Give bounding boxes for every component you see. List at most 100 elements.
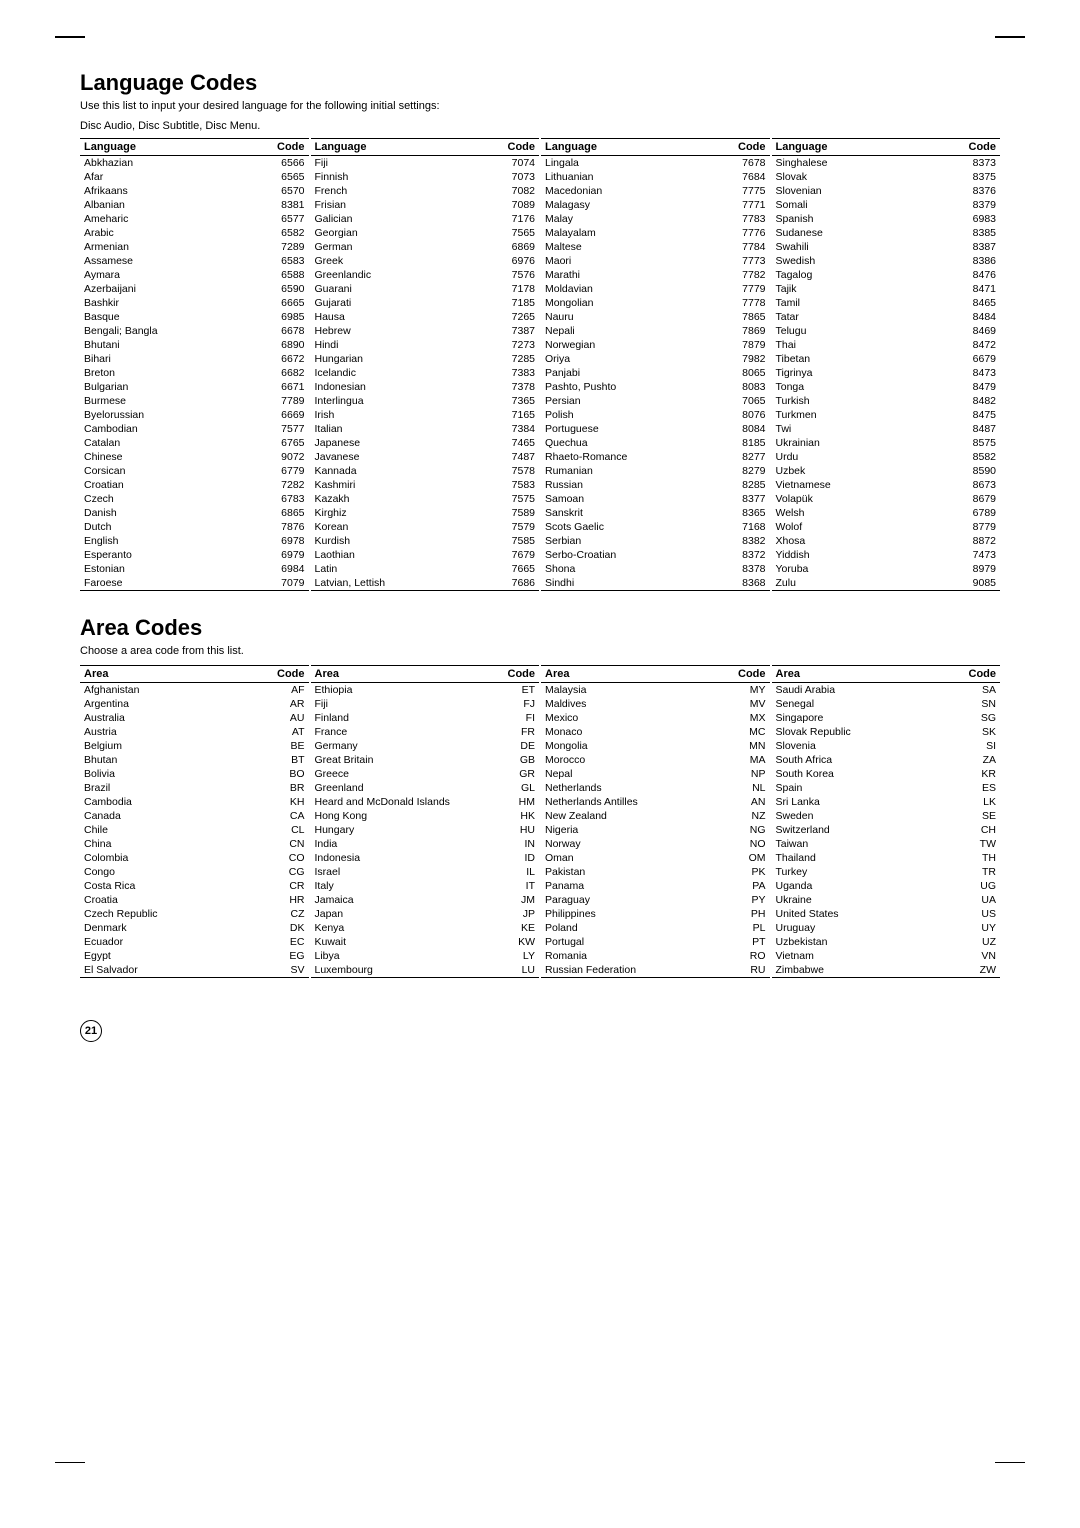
table-row: Ameharic6577 [80, 212, 309, 226]
table-row: Czech6783 [80, 492, 309, 506]
table-row: Hebrew7387 [311, 324, 540, 338]
table-row: Slovenian8376 [772, 184, 1001, 198]
table-row: Burmese7789 [80, 394, 309, 408]
table-row: Bihari6672 [80, 352, 309, 366]
table-row: Basque6985 [80, 310, 309, 324]
inner-table-col-2: LanguageCodeLingala7678Lithuanian7684Mac… [541, 138, 770, 591]
table-row: Tigrinya8473 [772, 366, 1001, 380]
table-row: Swedish8386 [772, 254, 1001, 268]
table-row: Samoan8377 [541, 492, 770, 506]
table-row: English6978 [80, 534, 309, 548]
table-row: Ukrainian8575 [772, 436, 1001, 450]
table-row: Faroese7079 [80, 576, 309, 591]
table-row: BelgiumBE [80, 739, 309, 753]
table-row: Kashmiri7583 [311, 478, 540, 492]
table-row: Persian7065 [541, 394, 770, 408]
table-row: UruguayUY [772, 921, 1001, 935]
table-row: MaldivesMV [541, 697, 770, 711]
col-header-lang: Area [311, 666, 494, 683]
table-row: RomaniaRO [541, 949, 770, 963]
table-row: Javanese7487 [311, 450, 540, 464]
table-row: Czech RepublicCZ [80, 907, 309, 921]
table-row: MonacoMC [541, 725, 770, 739]
table-row: BrazilBR [80, 781, 309, 795]
table-row: Interlingua7365 [311, 394, 540, 408]
language-desc2: Disc Audio, Disc Subtitle, Disc Menu. [80, 120, 1000, 132]
table-row: Hausa7265 [311, 310, 540, 324]
table-row: CanadaCA [80, 809, 309, 823]
area-section: Area Codes Choose a area code from this … [80, 615, 1000, 984]
table-row: Afrikaans6570 [80, 184, 309, 198]
col-header-code: Code [918, 139, 1000, 156]
table-row: IsraelIL [311, 865, 540, 879]
page-number: 21 [80, 1020, 102, 1042]
table-row: Norwegian7879 [541, 338, 770, 352]
table-row: Turkish8482 [772, 394, 1001, 408]
col-header-code: Code [239, 139, 308, 156]
table-row: Assamese6583 [80, 254, 309, 268]
table-row: FijiFJ [311, 697, 540, 711]
table-row: Polish8076 [541, 408, 770, 422]
language-title: Language Codes [80, 70, 1000, 96]
table-row: Twi8487 [772, 422, 1001, 436]
table-row: Swahili8387 [772, 240, 1001, 254]
table-row: Somali8379 [772, 198, 1001, 212]
table-row: PortugalPT [541, 935, 770, 949]
table-row: Korean7579 [311, 520, 540, 534]
language-table: LanguageCodeAbkhazian6566Afar6565Afrikaa… [80, 138, 1000, 597]
table-row: IndonesiaID [311, 851, 540, 865]
table-row: Tamil8465 [772, 296, 1001, 310]
table-row: OmanOM [541, 851, 770, 865]
table-row: Great BritainGB [311, 753, 540, 767]
col-header-code: Code [494, 666, 539, 683]
table-row: Breton6682 [80, 366, 309, 380]
table-row: FinlandFI [311, 711, 540, 725]
col-header-code: Code [710, 666, 770, 683]
table-row: Lithuanian7684 [541, 170, 770, 184]
inner-table-col-3: AreaCodeSaudi ArabiaSASenegalSNSingapore… [772, 665, 1001, 978]
col-header-code: Code [705, 139, 769, 156]
inner-table-col-1: AreaCodeEthiopiaETFijiFJFinlandFIFranceF… [311, 665, 540, 978]
table-row: Turkmen8475 [772, 408, 1001, 422]
table-row: Guarani7178 [311, 282, 540, 296]
table-row: Kazakh7575 [311, 492, 540, 506]
table-row: Rhaeto-Romance8277 [541, 450, 770, 464]
table-row: Panjabi8065 [541, 366, 770, 380]
table-row: Italian7384 [311, 422, 540, 436]
area-table: AreaCodeAfghanistanAFArgentinaARAustrali… [80, 665, 1000, 984]
table-row: Chinese9072 [80, 450, 309, 464]
table-row: Georgian7565 [311, 226, 540, 240]
table-row: UkraineUA [772, 893, 1001, 907]
table-row: Irish7165 [311, 408, 540, 422]
inner-table-col-0: AreaCodeAfghanistanAFArgentinaARAustrali… [80, 665, 309, 978]
table-row: Latvian, Lettish7686 [311, 576, 540, 591]
table-row: Shona8378 [541, 562, 770, 576]
table-row: Slovak RepublicSK [772, 725, 1001, 739]
table-row: Malagasy7771 [541, 198, 770, 212]
table-row: Scots Gaelic7168 [541, 520, 770, 534]
table-row: Singhalese8373 [772, 156, 1001, 171]
table-row: HungaryHU [311, 823, 540, 837]
table-row: Oriya7982 [541, 352, 770, 366]
table-row: NepalNP [541, 767, 770, 781]
table-row: VietnamVN [772, 949, 1001, 963]
table-row: Finnish7073 [311, 170, 540, 184]
table-row: Bhutani6890 [80, 338, 309, 352]
table-row: Pashto, Pushto8083 [541, 380, 770, 394]
table-row: NetherlandsNL [541, 781, 770, 795]
table-row: SwitzerlandCH [772, 823, 1001, 837]
table-row: BhutanBT [80, 753, 309, 767]
table-row: Greenlandic7576 [311, 268, 540, 282]
table-row: Slovak8375 [772, 170, 1001, 184]
table-row: Moldavian7779 [541, 282, 770, 296]
table-row: AustriaAT [80, 725, 309, 739]
table-row: ArgentinaAR [80, 697, 309, 711]
table-row: Serbo-Croatian8372 [541, 548, 770, 562]
table-row: Tagalog8476 [772, 268, 1001, 282]
table-row: Albanian8381 [80, 198, 309, 212]
table-row: SpainES [772, 781, 1001, 795]
table-row: TaiwanTW [772, 837, 1001, 851]
table-row: Zulu9085 [772, 576, 1001, 591]
table-row: Xhosa8872 [772, 534, 1001, 548]
table-row: Abkhazian6566 [80, 156, 309, 171]
